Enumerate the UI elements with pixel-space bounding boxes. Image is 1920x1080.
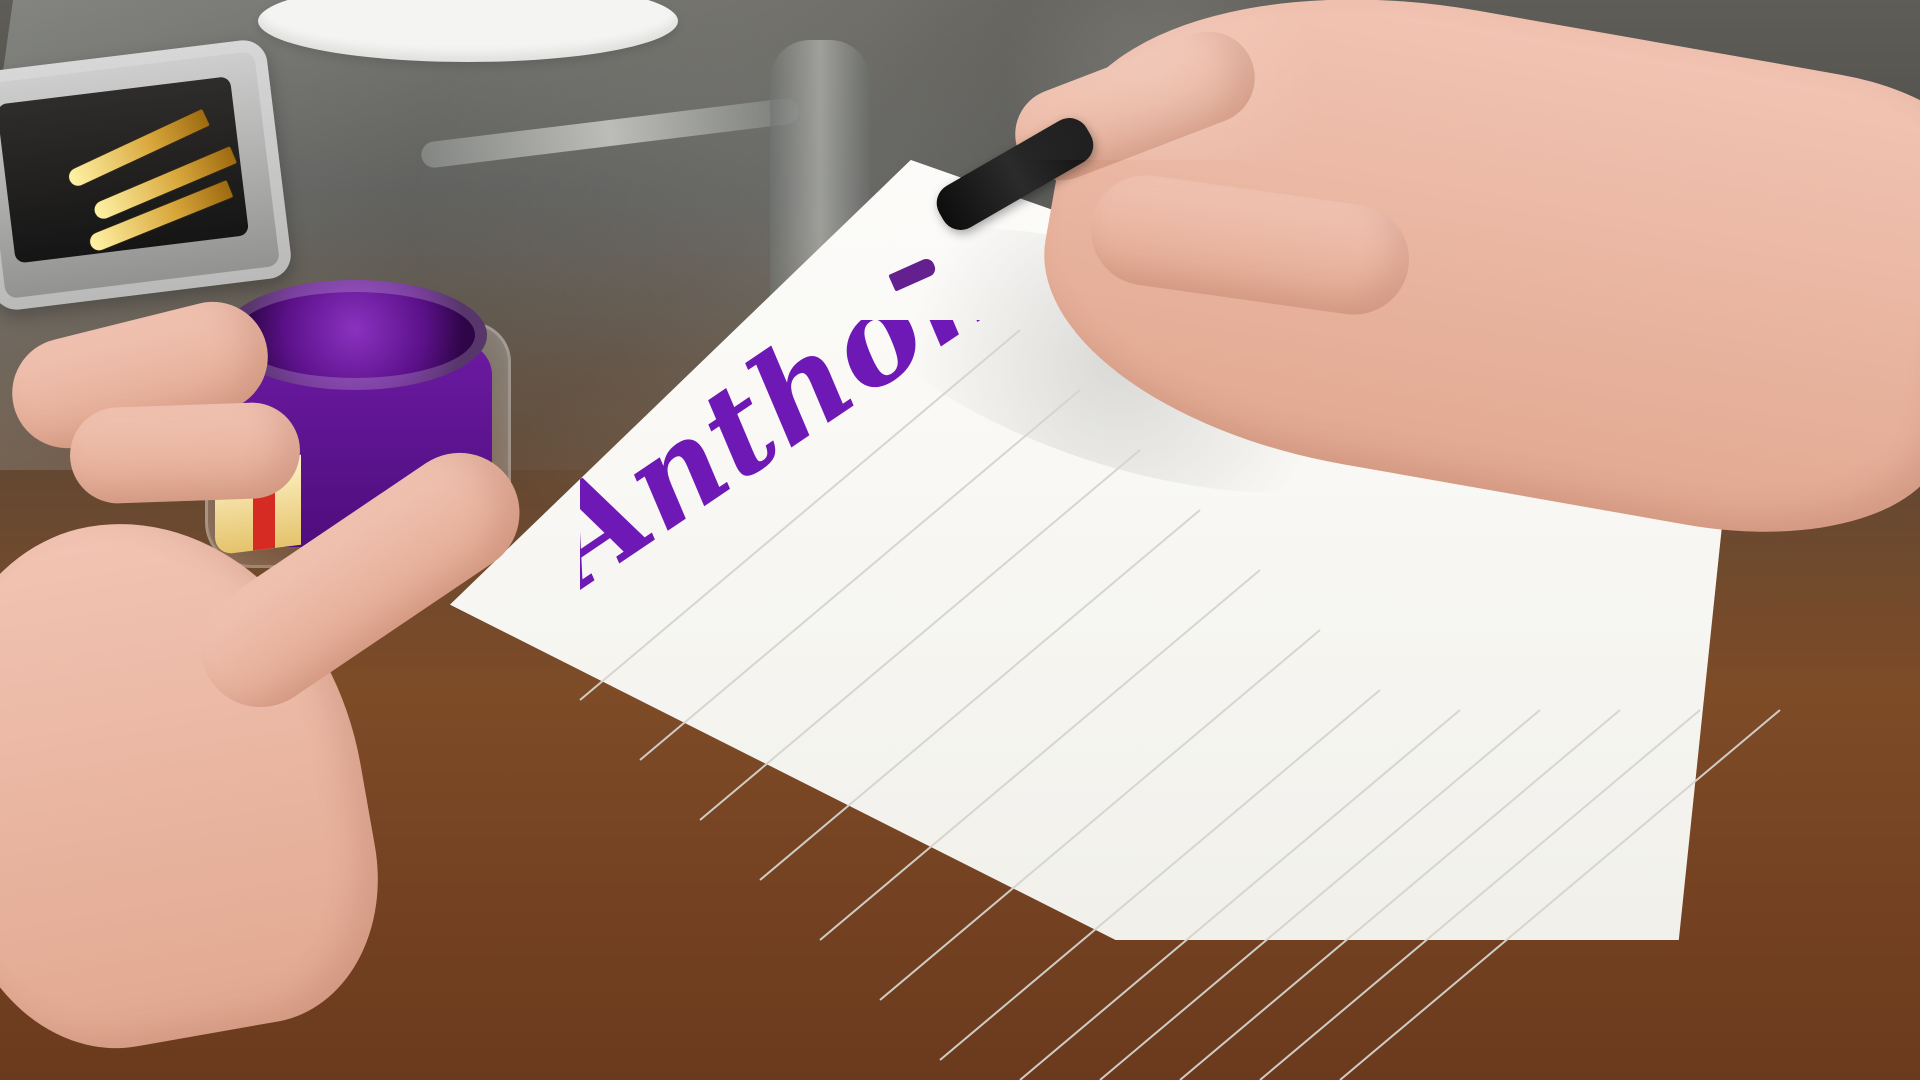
light-glare: [950, 0, 1370, 160]
calligraphy-practice-scene: Anthony: [0, 0, 1920, 1080]
nib-storage-tin: [0, 37, 294, 313]
nib-tray: [0, 76, 250, 264]
left-hand-finger: [68, 401, 302, 505]
